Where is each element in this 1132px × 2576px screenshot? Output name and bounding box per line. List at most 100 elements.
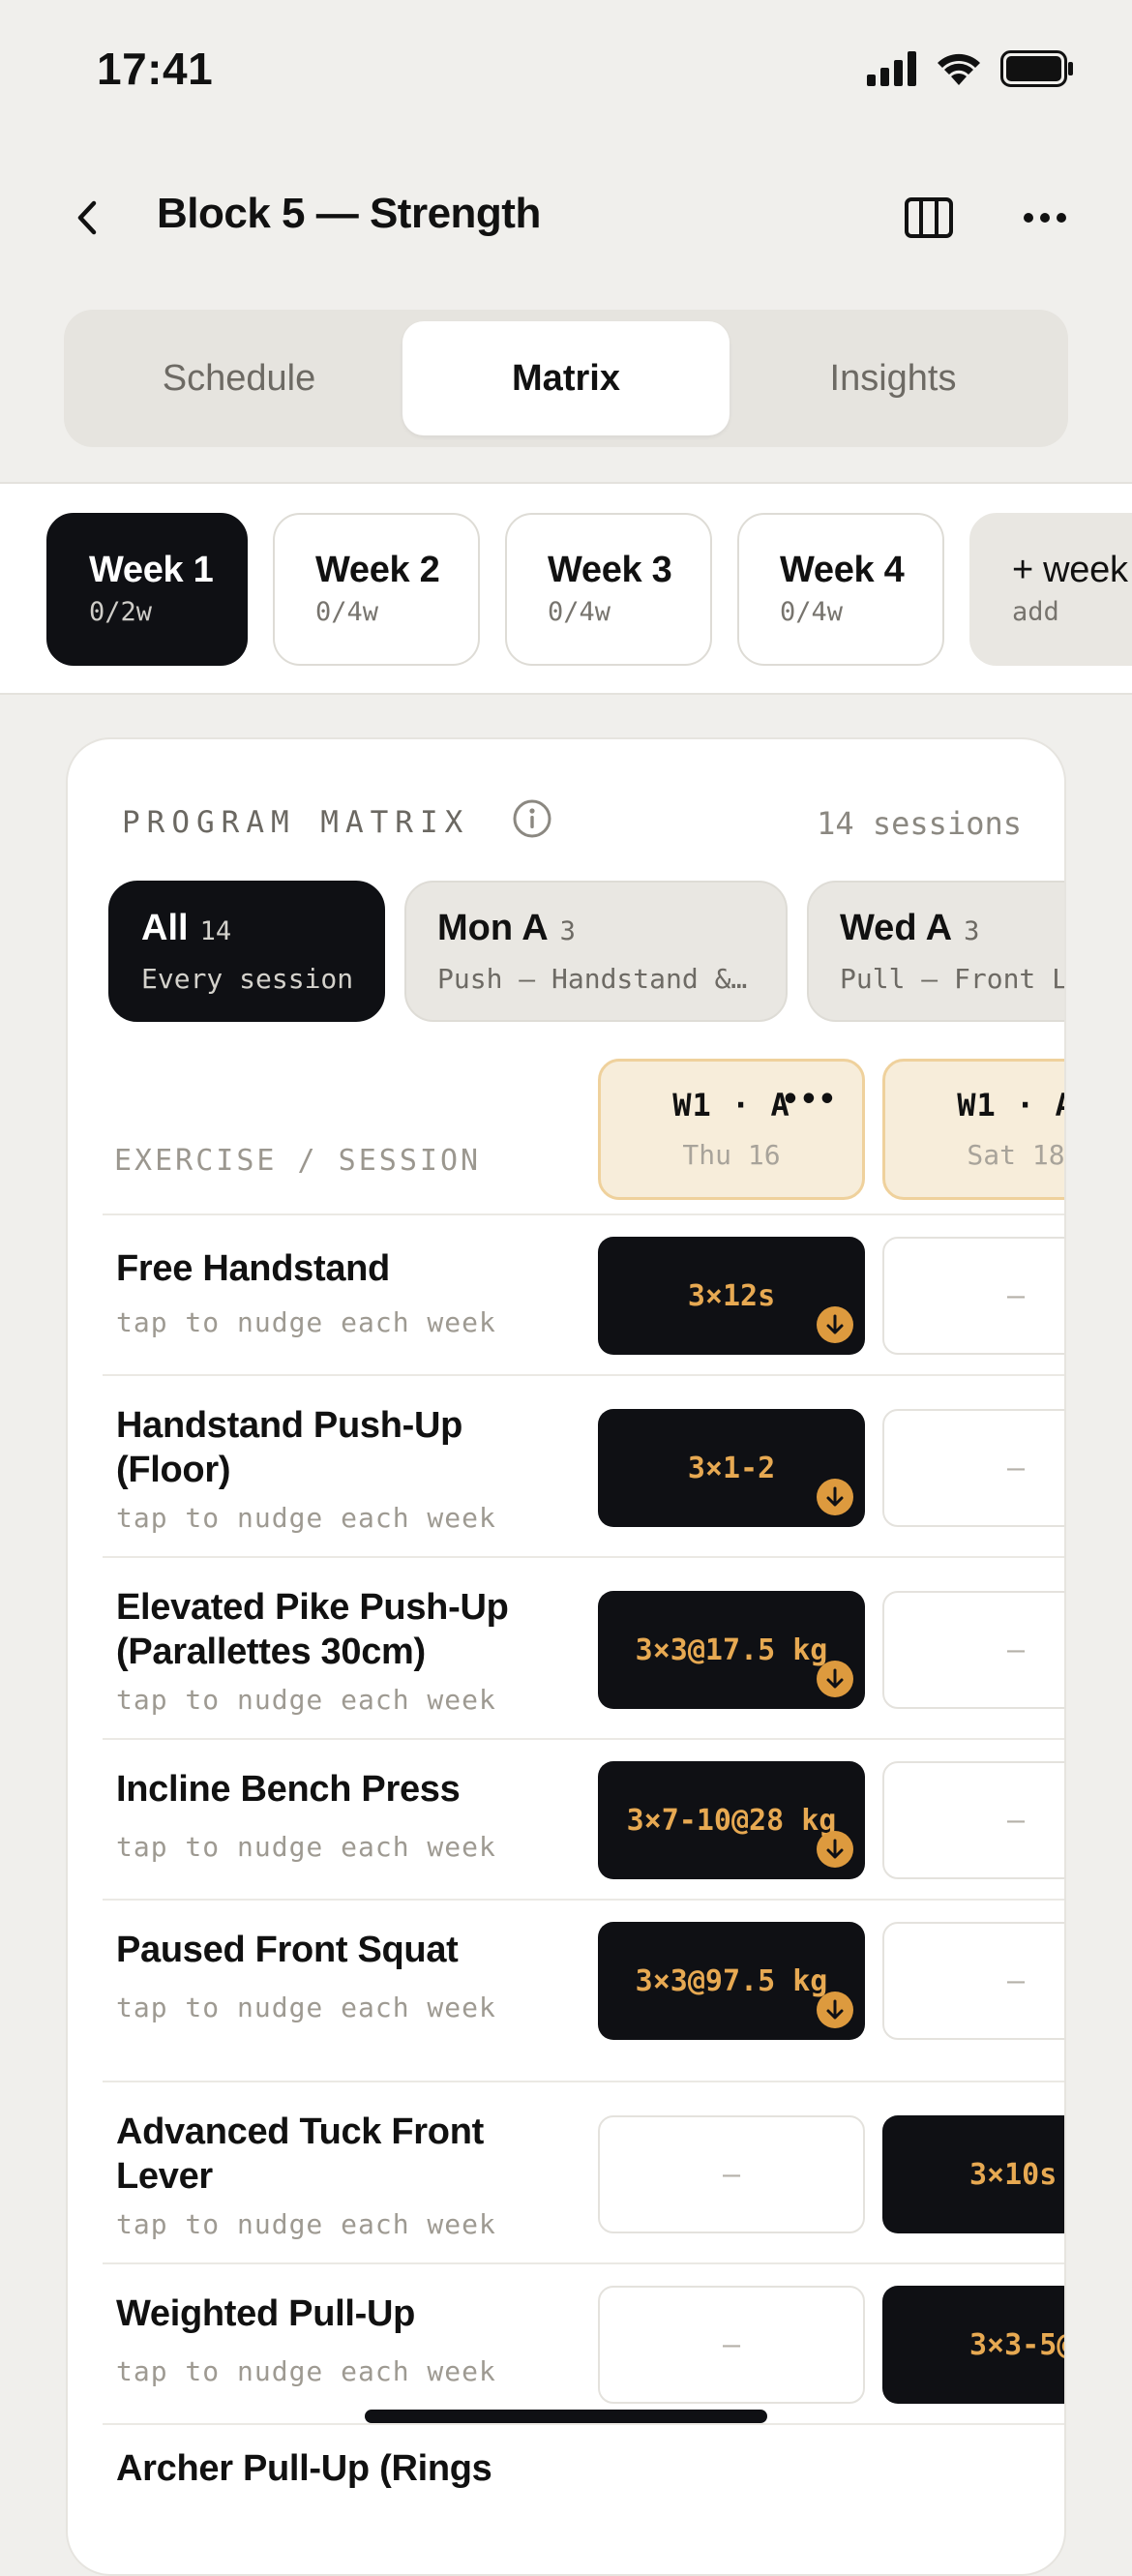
week-name: Week 4: [780, 550, 905, 590]
week-progress: 0/4w: [548, 597, 611, 627]
empty-cell[interactable]: –: [882, 1922, 1064, 2040]
nudge-down-icon[interactable]: [817, 1992, 853, 2028]
empty-cell[interactable]: –: [598, 2286, 865, 2404]
nudge-down-icon[interactable]: [817, 1306, 853, 1343]
cell-value: –: [722, 2327, 741, 2362]
page-title: Block 5 — Strength: [157, 190, 541, 237]
filter-label: Wed A: [840, 908, 953, 948]
add-week-sub: add: [1012, 597, 1059, 627]
session-date: Thu 16: [682, 1139, 781, 1171]
matrix-row: Archer Pull-Up (Rings: [103, 2423, 1064, 2539]
session-title: W1 · A: [957, 1087, 1066, 1123]
exercise-name: Free Handstand: [116, 1248, 390, 1289]
cell-value: –: [1006, 1803, 1026, 1838]
filter-label: All: [141, 908, 189, 948]
prescription-cell[interactable]: 3×3-5@36: [882, 2286, 1064, 2404]
filter-all[interactable]: All 14 Every session: [108, 881, 385, 1022]
empty-cell[interactable]: –: [882, 1409, 1064, 1527]
exercise-hint: tap to nudge each week: [116, 1992, 496, 2023]
filter-desc: Every session: [141, 963, 354, 995]
chevron-left-icon: [77, 200, 97, 235]
nudge-down-icon[interactable]: [817, 1661, 853, 1697]
matrix-header: PROGRAM MATRIX 14 sessions: [122, 797, 1022, 855]
exercise-name: Elevated Pike Push-Up (Parallettes 30cm): [116, 1587, 509, 1672]
week-name: Week 2: [315, 550, 440, 590]
filter-count: 3: [559, 916, 576, 946]
empty-cell[interactable]: –: [882, 1761, 1064, 1879]
filter-label: Mon A: [437, 908, 549, 948]
tab-insights[interactable]: Insights: [730, 321, 1057, 435]
week-chip-4[interactable]: Week 4 0/4w: [737, 513, 944, 666]
home-indicator: [365, 2410, 767, 2423]
cell-value: –: [1006, 1963, 1026, 1998]
exercise-hint: tap to nudge each week: [116, 1306, 496, 1338]
battery-icon: [1000, 50, 1073, 87]
columns-icon: [905, 197, 953, 238]
matrix-row: Paused Front Squat tap to nudge each week…: [103, 1899, 1064, 2081]
matrix-row: Weighted Pull-Up tap to nudge each week – 3…: [103, 2262, 1064, 2423]
cell-value: 3×10s: [969, 2157, 1058, 2192]
matrix-rows: Free Handstand tap to nudge each week 3×12…: [103, 1213, 1064, 2539]
tab-matrix[interactable]: Matrix: [402, 321, 730, 435]
exercise-name: Handstand Push-Up (Floor): [116, 1405, 463, 1490]
cell-value: –: [1006, 1632, 1026, 1667]
week-progress: 0/2w: [89, 597, 153, 627]
add-week-label: + week: [1012, 550, 1128, 590]
wifi-icon: [938, 53, 980, 85]
exercise-hint: tap to nudge each week: [116, 1684, 496, 1716]
empty-cell[interactable]: –: [882, 1591, 1064, 1709]
week-chip-2[interactable]: Week 2 0/4w: [273, 513, 480, 666]
cell-value: 3×3@97.5 kg: [635, 1963, 828, 1998]
prescription-cell[interactable]: 3×3@17.5 kg: [598, 1591, 865, 1709]
session-date: Sat 18: [967, 1139, 1065, 1171]
exercise-name: Archer Pull-Up (Rings: [116, 2448, 492, 2489]
prescription-cell[interactable]: 3×12s: [598, 1237, 865, 1355]
nudge-down-icon[interactable]: [817, 1479, 853, 1515]
status-icons: [867, 50, 1074, 87]
exercise-name: Incline Bench Press: [116, 1769, 461, 1810]
session-column-header[interactable]: W1 · A Sat 18: [882, 1059, 1066, 1200]
week-name: Week 1: [89, 550, 214, 590]
cell-value: –: [722, 2157, 741, 2192]
session-column-header[interactable]: W1 · A Thu 16 •••: [598, 1059, 865, 1200]
filter-wed-a[interactable]: Wed A 3 Pull — Front Lever: [807, 881, 1064, 1022]
exercise-hint: tap to nudge each week: [116, 2355, 496, 2387]
session-filters: All 14 Every session Mon A 3 Push — Handst…: [108, 881, 1064, 1022]
empty-cell[interactable]: –: [598, 2115, 865, 2233]
signal-icon: [867, 51, 916, 86]
back-button[interactable]: [58, 184, 116, 252]
matrix-row: Elevated Pike Push-Up (Parallettes 30cm)…: [103, 1556, 1064, 1738]
week-chip-3[interactable]: Week 3 0/4w: [505, 513, 712, 666]
more-options-button[interactable]: [1011, 184, 1079, 252]
info-icon[interactable]: [511, 797, 553, 840]
view-tabs: Schedule Matrix Insights: [64, 310, 1068, 447]
prescription-cell[interactable]: 3×1-2: [598, 1409, 865, 1527]
tab-schedule[interactable]: Schedule: [75, 321, 402, 435]
week-selector[interactable]: Week 1 0/2w Week 2 0/4w Week 3 0/4w Week…: [0, 482, 1132, 695]
matrix-row: Free Handstand tap to nudge each week 3×12…: [103, 1213, 1064, 1374]
session-more-icon[interactable]: •••: [782, 1083, 837, 1117]
filter-mon-a[interactable]: Mon A 3 Push — Handstand &…: [404, 881, 788, 1022]
cell-value: –: [1006, 1451, 1026, 1485]
prescription-cell[interactable]: 3×10s: [882, 2115, 1064, 2233]
week-progress: 0/4w: [780, 597, 844, 627]
nudge-down-icon[interactable]: [817, 1831, 853, 1868]
columns-view-button[interactable]: [895, 184, 963, 252]
prescription-cell[interactable]: 3×3@97.5 kg: [598, 1922, 865, 2040]
filter-count: 14: [199, 916, 232, 946]
week-chip-1[interactable]: Week 1 0/2w: [46, 513, 248, 666]
exercise-name: Advanced Tuck Front Lever: [116, 2112, 484, 2197]
matrix-row: Advanced Tuck Front Lever tap to nudge ea…: [103, 2081, 1064, 2262]
filter-count: 3: [964, 916, 980, 946]
exercise-hint: tap to nudge each week: [116, 1502, 496, 1534]
empty-cell[interactable]: –: [882, 1237, 1064, 1355]
add-week-button[interactable]: + week add: [969, 513, 1132, 666]
matrix-row: Incline Bench Press tap to nudge each wee…: [103, 1738, 1064, 1899]
matrix-title: PROGRAM MATRIX: [122, 805, 470, 840]
filter-desc: Pull — Front Lever: [840, 963, 1064, 995]
prescription-cell[interactable]: 3×7-10@28 kg: [598, 1761, 865, 1879]
cell-value: 3×3-5@36: [969, 2327, 1064, 2362]
status-time: 17:41: [97, 44, 214, 94]
filter-desc: Push — Handstand &…: [437, 963, 748, 995]
exercise-session-label: EXERCISE / SESSION: [114, 1144, 482, 1178]
